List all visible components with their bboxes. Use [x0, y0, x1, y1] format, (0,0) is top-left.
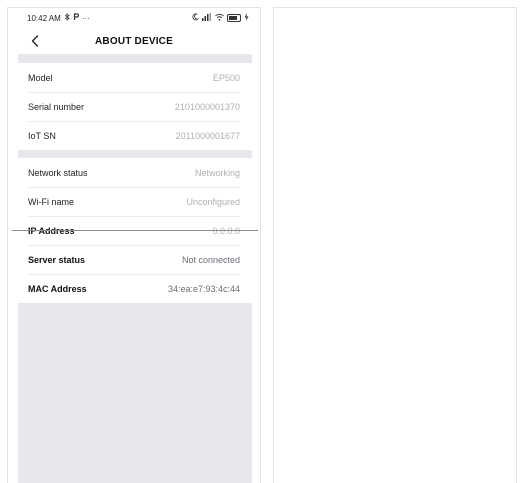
status-right [191, 13, 249, 23]
row-serial-number: Serial number 2101000001370 [18, 92, 252, 121]
iot-sn-value: 2011000001677 [175, 130, 240, 141]
page-title: ABOUT DEVICE [95, 35, 173, 47]
row-network-status: Network status Networking [18, 158, 252, 187]
charging-icon [244, 13, 249, 23]
row-ip-address: IP Address 0.0.0.0 [12, 216, 258, 245]
wifi-name-value: Unconfigured [186, 196, 240, 207]
bluetooth-icon [64, 13, 70, 23]
content-area: Model EP500 Serial number 2101000001370 … [12, 54, 258, 483]
status-left: 10:42 AM ··· [27, 13, 90, 23]
row-server-status: Server status Not connected [18, 245, 252, 274]
back-button[interactable] [26, 32, 44, 50]
row-wifi-name: Wi-Fi name Unconfigured [18, 187, 252, 216]
battery-icon [227, 14, 241, 22]
right-blank-panel [273, 7, 517, 483]
device-info-group: Model EP500 Serial number 2101000001370 … [18, 63, 252, 150]
row-iot-sn: IoT SN 2011000001677 [18, 121, 252, 150]
model-value: EP500 [212, 72, 240, 83]
status-bar: 10:42 AM ··· [8, 8, 260, 28]
network-info-group: Network status Networking Wi-Fi name Unc… [12, 158, 258, 303]
server-status-label: Server status [28, 254, 86, 265]
moon-icon [191, 13, 200, 23]
ip-address-value: 0.0.0.0 [212, 225, 240, 236]
title-bar: ABOUT DEVICE [8, 28, 260, 54]
model-label: Model [28, 72, 53, 83]
p-icon [73, 13, 79, 23]
iot-sn-label: IoT SN [28, 130, 56, 141]
row-model: Model EP500 [18, 63, 252, 92]
server-status-value: Not connected [181, 254, 240, 265]
row-mac-address: MAC Address 34:ea:e7:93:4c:44 [18, 274, 252, 303]
wifi-name-label: Wi-Fi name [28, 196, 75, 207]
serial-number-value: 2101000001370 [174, 101, 240, 112]
chevron-left-icon [31, 35, 39, 47]
signal-icon [202, 13, 212, 23]
wifi-icon [215, 13, 224, 23]
serial-number-label: Serial number [28, 101, 85, 112]
network-status-value: Networking [194, 167, 240, 178]
screen: 10:42 AM ··· ABOUT DEVICE Model EP500 Se… [0, 0, 524, 483]
more-dots-icon: ··· [81, 13, 90, 23]
network-status-label: Network status [28, 167, 88, 178]
status-time: 10:42 AM [27, 13, 61, 23]
mac-address-label: MAC Address [28, 283, 87, 294]
phone-panel: 10:42 AM ··· ABOUT DEVICE Model EP500 Se… [7, 7, 261, 483]
ip-address-label: IP Address [28, 225, 75, 236]
mac-address-value: 34:ea:e7:93:4c:44 [167, 283, 240, 294]
